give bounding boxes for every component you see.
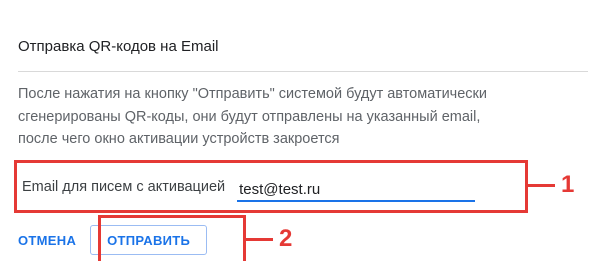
cancel-button[interactable]: ОТМЕНА xyxy=(18,233,76,248)
dialog-description: После нажатия на кнопку "Отправить" сист… xyxy=(18,83,588,151)
dialog-title: Отправка QR-кодов на Email xyxy=(18,0,588,72)
callout-highlight-email xyxy=(14,160,528,213)
send-qr-dialog: Отправка QR-кодов на Email После нажатия… xyxy=(0,0,601,261)
callout-number-1: 1 xyxy=(561,171,575,198)
callout-line-2 xyxy=(246,238,273,241)
callout-highlight-send xyxy=(98,215,246,261)
description-line: сгенерированы QR-коды, они будут отправл… xyxy=(18,108,481,125)
callout-line-1 xyxy=(528,184,555,187)
callout-number-2: 2 xyxy=(279,225,293,252)
description-line: после чего окно активации устройств закр… xyxy=(18,131,340,147)
description-line: После нажатия на кнопку "Отправить" сист… xyxy=(18,86,487,102)
